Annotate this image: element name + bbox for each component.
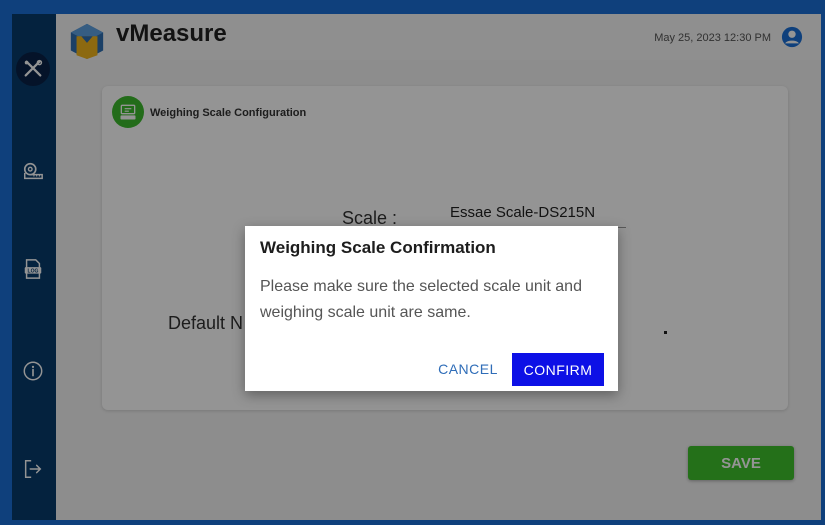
- mouse-cursor: [664, 331, 667, 334]
- dialog-message: Please make sure the selected scale unit…: [260, 278, 582, 321]
- dialog-title: Weighing Scale Confirmation: [260, 238, 496, 257]
- app-window: LOG vMeasure May 25, 2023 12:30 PM Weigh…: [0, 0, 825, 525]
- cancel-button[interactable]: CANCEL: [435, 354, 501, 384]
- confirm-button[interactable]: CONFIRM: [512, 353, 604, 386]
- confirmation-dialog: Weighing Scale Confirmation Please make …: [245, 226, 618, 391]
